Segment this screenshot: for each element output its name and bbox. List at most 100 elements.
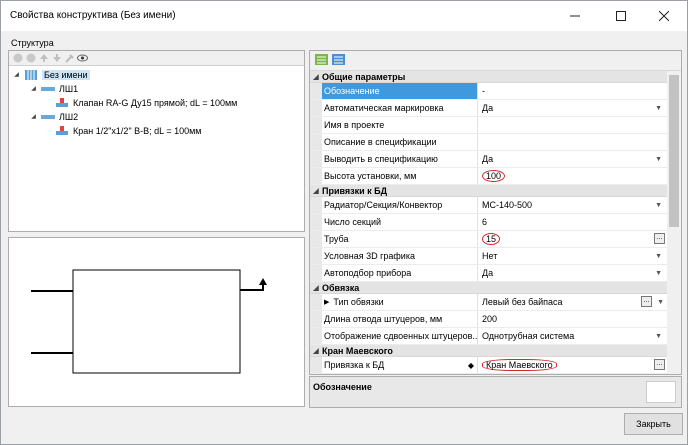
property-row[interactable]: ▶ Тип обвязки Левый без байпаса... ▼ <box>310 294 668 311</box>
alphabetical-icon[interactable] <box>332 53 345 68</box>
property-value[interactable]: - <box>478 83 668 99</box>
group-general[interactable]: ◢ Общие параметры <box>310 71 668 83</box>
property-name: Обозначение <box>322 83 478 99</box>
property-name: Имя в проекте <box>322 117 478 133</box>
property-name: Привязка к БД ◆ <box>322 357 478 373</box>
value-text: Однотрубная система <box>482 331 575 341</box>
property-name-text: Привязка к БД <box>324 360 385 370</box>
minimize-button[interactable] <box>552 1 598 31</box>
property-value[interactable]: Кран Маевского... <box>478 357 668 373</box>
value-text: МС-140-500 <box>482 200 533 210</box>
group-label: Привязки к БД <box>322 185 388 196</box>
collapse-icon[interactable]: ◢ <box>29 112 38 121</box>
valve-icon <box>56 97 68 107</box>
property-value[interactable]: Да ▼ <box>478 265 668 281</box>
property-name-text: Тип обвязки <box>333 297 384 307</box>
tree-item-1-label: Клапан RA-G Ду15 прямой; dL = 100мм <box>73 97 238 108</box>
property-row[interactable]: Отображение сдвоенных штуцеров... Однотру… <box>310 328 668 345</box>
property-row[interactable]: Длина отвода штуцеров, мм 200 <box>310 311 668 328</box>
property-value[interactable]: Нет ▼ <box>478 248 668 264</box>
tree-root[interactable]: ◢ Без имени <box>12 68 90 81</box>
chevron-down-icon[interactable]: ▼ <box>655 270 662 277</box>
property-row[interactable]: Имя в проекте <box>310 117 668 134</box>
value-text: 15 <box>482 233 501 245</box>
property-row[interactable]: Привязка к БД ◆ Кран Маевского... <box>310 357 668 374</box>
property-value[interactable]: Да ▼ <box>478 100 668 116</box>
property-value[interactable]: 200 <box>478 311 668 327</box>
property-name: Труба <box>322 231 478 247</box>
categorized-icon[interactable] <box>315 53 328 68</box>
property-value[interactable]: МС-140-500 ▼ <box>478 197 668 213</box>
property-row[interactable]: Число секций 6 <box>310 214 668 231</box>
property-value[interactable]: 100 <box>478 168 668 184</box>
tool-icon[interactable] <box>64 53 75 64</box>
property-value[interactable]: Да ▼ <box>478 151 668 167</box>
collapse-icon[interactable]: ◢ <box>29 84 38 93</box>
property-name: Выводить в спецификацию <box>322 151 478 167</box>
property-row[interactable]: Выводить в спецификацию Да ▼ <box>310 151 668 168</box>
property-row[interactable]: Автоподбор прибора Да ▼ <box>310 265 668 282</box>
structure-tree-panel: ◢ Без имени ◢ ЛШ1 Клапан RA-G Ду15 прямо… <box>8 50 305 232</box>
tree-branch-1-label: ЛШ1 <box>59 83 79 94</box>
property-grid: ◢ Общие параметры Обозначение - Автоматиче… <box>309 50 682 375</box>
property-row[interactable]: Труба 15... <box>310 231 668 248</box>
close-button[interactable]: Закрыть <box>624 413 683 435</box>
valve-icon <box>56 125 68 135</box>
tree-branch-1[interactable]: ◢ ЛШ1 <box>29 82 78 95</box>
property-row[interactable]: Описание в спецификации <box>310 134 668 151</box>
collapse-icon[interactable]: ◢ <box>12 70 21 79</box>
property-value[interactable]: 6 <box>478 214 668 230</box>
property-row[interactable]: Условная 3D графика Нет ▼ <box>310 248 668 265</box>
ellipsis-button[interactable]: ... <box>654 359 665 370</box>
property-name: Описание в спецификации <box>322 134 478 150</box>
property-row[interactable]: Обозначение - <box>310 83 668 100</box>
group-binding[interactable]: ◢ Обвязка <box>310 282 668 294</box>
chevron-down-icon[interactable]: ▼ <box>657 299 664 306</box>
tree-item-1[interactable]: Клапан RA-G Ду15 прямой; dL = 100мм <box>55 96 237 109</box>
property-row[interactable]: Автоматическая маркировка Да ▼ <box>310 100 668 117</box>
chevron-down-icon[interactable]: ▼ <box>655 253 662 260</box>
scrollbar-thumb[interactable] <box>669 75 679 227</box>
chevron-down-icon[interactable]: ▼ <box>655 105 662 112</box>
maximize-icon <box>616 11 626 21</box>
description-preview <box>646 381 676 403</box>
chevron-down-icon[interactable]: ▼ <box>655 333 662 340</box>
close-window-button[interactable] <box>641 1 687 31</box>
property-row[interactable]: Радиатор/Секция/Конвектор МС-140-500 ▼ <box>310 197 668 214</box>
property-value[interactable]: Левый без байпаса... ▼ <box>478 294 668 310</box>
ellipsis-button[interactable]: ... <box>641 296 652 307</box>
view-icon[interactable] <box>77 53 88 64</box>
move-down-icon[interactable] <box>51 53 62 64</box>
ellipsis-button[interactable]: ... <box>654 233 665 244</box>
move-up-icon[interactable] <box>38 53 49 64</box>
dropdown-icon[interactable]: ▼ <box>655 202 662 209</box>
group-label: Кран Маевского <box>322 345 393 356</box>
window-title: Свойства конструктива (Без имени) <box>10 10 176 21</box>
tree-branch-2[interactable]: ◢ ЛШ2 <box>29 110 78 123</box>
chevron-down-icon[interactable]: ▼ <box>655 156 662 163</box>
value-text: Да <box>482 268 494 278</box>
property-name: Автоматическая маркировка <box>322 100 478 116</box>
property-toolbar <box>310 51 681 71</box>
property-value[interactable]: 15... <box>478 231 668 247</box>
property-name: Радиатор/Секция/Конвектор <box>322 197 478 213</box>
expand-icon[interactable]: ▶ <box>324 298 329 306</box>
group-db[interactable]: ◢ Привязки к БД <box>310 185 668 197</box>
add-icon[interactable] <box>12 53 23 64</box>
vertical-scrollbar[interactable] <box>667 71 681 374</box>
pipe-icon <box>41 86 55 91</box>
preview-panel <box>8 237 305 407</box>
maximize-button[interactable] <box>598 1 644 31</box>
property-value[interactable] <box>478 117 668 133</box>
remove-icon[interactable] <box>25 53 36 64</box>
pipe-icon <box>41 114 55 119</box>
property-value[interactable] <box>478 134 668 150</box>
radiator-schematic <box>31 269 267 374</box>
close-icon <box>659 11 669 21</box>
group-maevsky[interactable]: ◢ Кран Маевского <box>310 345 668 357</box>
description-title: Обозначение <box>313 382 372 392</box>
tree-item-2[interactable]: Кран 1/2"x1/2" В-В; dL = 100мм <box>55 124 201 137</box>
property-row[interactable]: Высота установки, мм 100 <box>310 168 668 185</box>
tree-toolbar <box>9 51 304 66</box>
property-value[interactable]: Однотрубная система ▼ <box>478 328 668 344</box>
